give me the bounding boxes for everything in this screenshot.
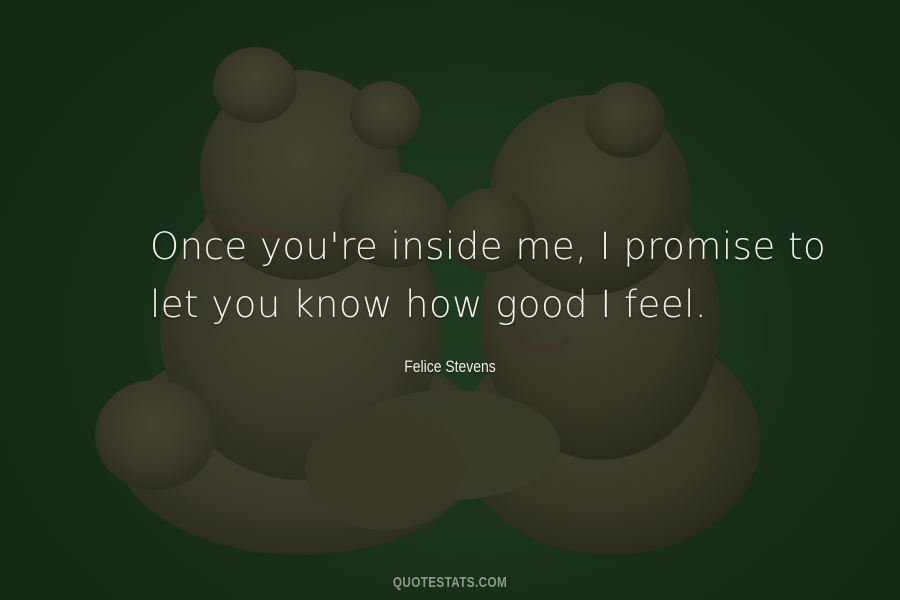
quote-text: Once you're inside me, I promise to let …	[150, 218, 827, 334]
quote-line-2: let you know how good I feel.	[150, 283, 708, 326]
quote-line-1: Once you're inside me, I promise to	[150, 225, 827, 268]
quote-card: Once you're inside me, I promise to let …	[0, 0, 900, 600]
site-watermark: QUOTESTATS.COM	[392, 574, 508, 591]
quote-author: Felice Stevens	[404, 357, 496, 376]
